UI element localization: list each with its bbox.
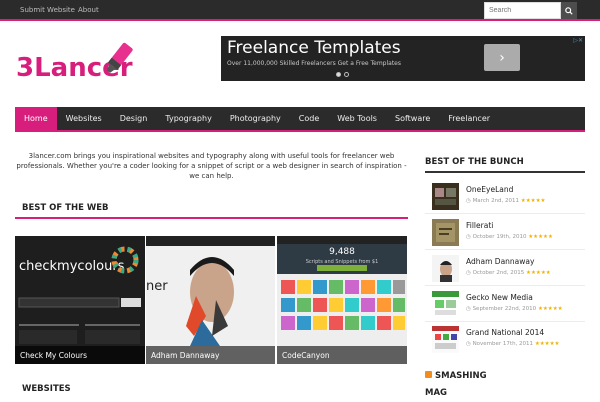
rating-stars: ★★★★★ [528,234,553,240]
ad-subtitle: Over 11,000,000 Skilled Freelancers Get … [227,60,401,67]
site-logo[interactable]: 3Lancer [16,38,161,83]
sidebar-item-meta: ◷ November 17th, 2011 ★★★★★ [466,341,560,347]
ad-choices-icon[interactable]: ▷✕ [573,37,583,44]
sidebar-item-adham-dannaway[interactable]: Adham Dannaway ◷ October 2nd, 2015 ★★★★★ [432,255,587,287]
grand-national-thumbnail [432,326,459,353]
smashing-mag-title: SMASHING MAG [425,371,487,398]
svg-text:9,488: 9,488 [329,247,355,257]
adham-dannaway-screenshot: ner [146,236,275,346]
ad-carousel-dots [336,72,349,77]
rss-icon [425,371,432,378]
submit-website-link[interactable]: Submit Website [20,6,75,14]
oneeyeland-thumbnail [432,183,459,210]
nav-software[interactable]: Software [386,107,439,130]
sidebar-item-meta: ◷ October 19th, 2010 ★★★★★ [466,234,553,240]
featured-thumb-codecanyon[interactable]: 9,488 Scripts and Snippets from $1 CodeC… [277,236,407,364]
sidebar-item-fillerati[interactable]: Fillerati ◷ October 19th, 2010 ★★★★★ [432,219,587,251]
svg-text:Scripts and Snippets from $1: Scripts and Snippets from $1 [306,259,379,265]
nav-photography[interactable]: Photography [221,107,290,130]
ad-dot[interactable] [344,72,349,77]
checkmycolours-screenshot: checkmycolours [15,236,145,346]
sidebar-item-title: Grand National 2014 [466,328,545,337]
sidebar-item-oneeyeland[interactable]: OneEyeLand ◷ March 2nd, 2011 ★★★★★ [432,183,587,215]
thumb-caption: CodeCanyon [277,346,407,364]
main-nav: Home Websites Design Typography Photogra… [15,107,585,132]
sidebar-item-title: Gecko New Media [466,293,533,302]
intro-text: 3lancer.com brings you inspirational web… [16,152,407,180]
separator [425,213,585,214]
rating-stars: ★★★★★ [534,341,560,347]
nav-home[interactable]: Home [15,107,57,130]
nav-design[interactable]: Design [111,107,157,130]
about-link[interactable]: About [78,6,99,14]
sidebar-item-grand-national[interactable]: Grand National 2014 ◷ November 17th, 201… [432,326,587,358]
sidebar-item-meta: ◷ October 2nd, 2015 ★★★★★ [466,270,551,276]
ad-dot[interactable] [336,72,341,77]
separator [425,249,585,250]
codecanyon-screenshot: 9,488 Scripts and Snippets from $1 [277,236,407,330]
svg-text:checkmycolours: checkmycolours [19,259,125,274]
sidebar-item-gecko-new-media[interactable]: Gecko New Media ◷ September 22nd, 2010 ★… [432,291,587,323]
nav-websites[interactable]: Websites [57,107,111,130]
nav-freelancer[interactable]: Freelancer [439,107,499,130]
separator [425,285,585,286]
nav-web-tools[interactable]: Web Tools [328,107,386,130]
rating-stars: ★★★★★ [526,270,551,276]
search-box [484,2,577,19]
fillerati-thumbnail [432,219,459,246]
featured-thumb-checkmycolours[interactable]: checkmycolours Check My Colours [15,236,145,364]
nav-code[interactable]: Code [290,107,328,130]
featured-thumb-adham-dannaway[interactable]: ner Adham Dannaway [146,236,275,364]
best-of-web-title: BEST OF THE WEB [22,203,109,213]
sidebar-divider [425,171,585,173]
sidebar-item-title: OneEyeLand [466,185,514,194]
rating-stars: ★★★★★ [520,198,546,204]
thumb-caption: Check My Colours [15,346,145,364]
separator [425,321,585,322]
search-input[interactable] [484,2,561,19]
ad-banner[interactable]: Freelance Templates Over 11,000,000 Skil… [221,36,585,81]
ad-title: Freelance Templates [227,38,401,58]
sidebar-item-meta: ◷ March 2nd, 2011 ★★★★★ [466,198,546,204]
rating-stars: ★★★★★ [537,306,563,312]
adham-dannaway-thumbnail [432,255,459,282]
websites-title: WEBSITES [22,384,71,394]
ad-next-button[interactable]: › [484,44,520,71]
nav-typography[interactable]: Typography [156,107,221,130]
top-bar: Submit Website About [0,0,600,21]
svg-text:ner: ner [146,279,168,294]
search-icon [565,6,573,15]
sidebar-item-meta: ◷ September 22nd, 2010 ★★★★★ [466,306,563,312]
search-button[interactable] [561,2,577,19]
sidebar-item-title: Fillerati [466,221,494,230]
sidebar-item-title: Adham Dannaway [466,257,535,266]
thumb-caption: Adham Dannaway [146,346,275,364]
gecko-new-media-thumbnail [432,291,459,318]
best-of-bunch-title: BEST OF THE BUNCH [425,157,524,167]
section-divider [15,217,408,219]
